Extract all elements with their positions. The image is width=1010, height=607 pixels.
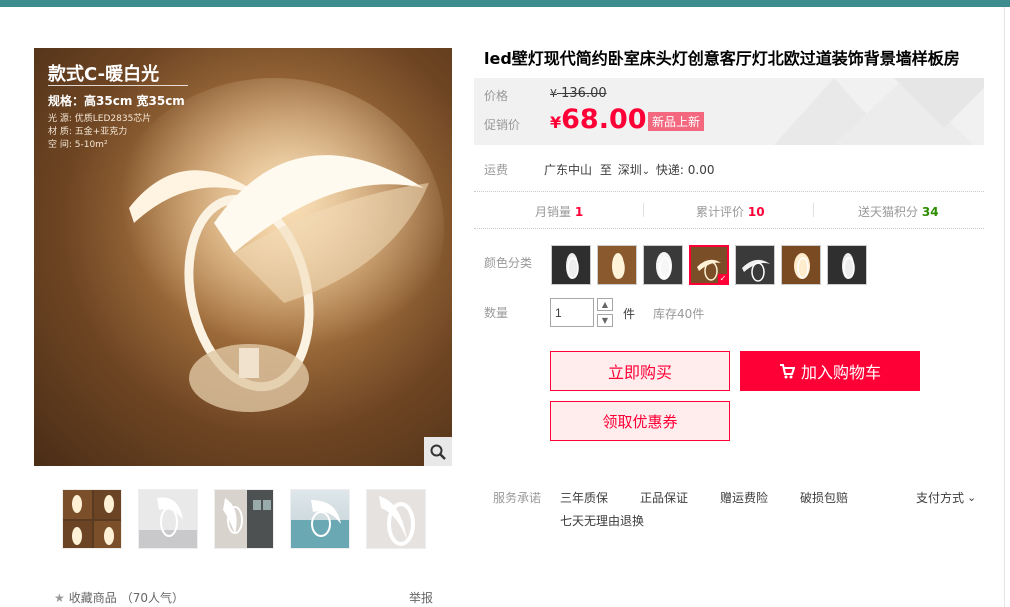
color-option-2[interactable] xyxy=(597,245,637,285)
divider xyxy=(643,203,644,217)
buy-now-button[interactable]: 立即购买 xyxy=(550,351,730,391)
quantity-input[interactable] xyxy=(550,298,594,327)
review-count-label: 累计评价 xyxy=(696,205,745,219)
thumbnail-1[interactable] xyxy=(62,489,122,549)
quantity-unit: 件 xyxy=(623,307,636,321)
service-label: 服务承诺 xyxy=(493,491,542,505)
color-swatch-image xyxy=(794,253,810,279)
color-option-7[interactable] xyxy=(827,245,867,285)
image-tag-title: 款式C-暖白光 xyxy=(48,64,160,85)
monthly-sales-label: 月销量 xyxy=(535,205,572,219)
quantity-increase-button[interactable]: ▲ xyxy=(597,298,613,311)
thumbnail-image xyxy=(291,500,349,548)
price-box: 价格 ¥ 136.00 促销价 ¥68.00 新品上新 xyxy=(474,78,984,145)
product-title: led壁灯现代简约卧室床头灯创意客厅灯北欧过道装饰背景墙样板房 xyxy=(484,49,960,68)
price-label: 价格 xyxy=(484,89,509,103)
service-item[interactable]: 三年质保 xyxy=(560,489,608,506)
stock-count: 库存40件 xyxy=(653,307,705,321)
promo-price: ¥68.00 xyxy=(550,104,647,135)
color-swatch-image xyxy=(842,253,855,279)
color-option-1[interactable] xyxy=(551,245,591,285)
payment-methods-label: 支付方式 xyxy=(916,491,965,505)
chevron-down-icon: ⌄ xyxy=(967,491,977,504)
divider xyxy=(1004,7,1005,607)
add-to-cart-label: 加入购物车 xyxy=(800,363,881,382)
star-icon: ★ xyxy=(54,590,65,605)
color-label: 颜色分类 xyxy=(484,256,533,270)
divider xyxy=(813,203,814,217)
ship-to-word: 至 xyxy=(599,163,612,177)
color-option-3[interactable] xyxy=(643,245,683,285)
ship-destination: 深圳 xyxy=(617,163,642,177)
image-tag-space: 空 间: 5-10m² xyxy=(48,140,108,150)
report-link[interactable]: 举报 xyxy=(409,589,433,606)
ship-origin: 广东中山 xyxy=(544,163,593,177)
color-swatch-image xyxy=(656,252,672,280)
zoom-button[interactable] xyxy=(424,437,452,466)
shipping-label: 运费 xyxy=(484,163,509,177)
thumbnail-image xyxy=(379,496,415,546)
service-item[interactable]: 七天无理由退换 xyxy=(560,512,644,529)
quantity-decrease-button[interactable]: ▼ xyxy=(597,314,613,327)
tmall-points: 送天猫积分 34 xyxy=(858,203,939,220)
thumbnail-image xyxy=(223,498,271,534)
thumbnail-4[interactable] xyxy=(290,489,350,549)
new-arrival-badge: 新品上新 xyxy=(648,112,705,131)
monthly-sales: 月销量 1 xyxy=(535,203,583,220)
color-swatch-image xyxy=(742,259,770,282)
color-swatch-image xyxy=(612,253,625,279)
tmall-points-label: 送天猫积分 xyxy=(858,205,919,219)
favorite-label: 收藏商品 xyxy=(68,591,117,605)
thumbnail-2[interactable] xyxy=(138,489,198,549)
promo-price-value: 68.00 xyxy=(561,104,647,135)
popularity-count: （70人气） xyxy=(120,591,185,605)
image-tag-spec: 规格：高35cm 宽35cm xyxy=(48,94,185,108)
cart-icon xyxy=(779,364,795,379)
thumbnail-image xyxy=(139,497,197,548)
thumbnail-5[interactable] xyxy=(366,489,426,549)
magnifier-icon xyxy=(430,444,446,460)
color-option-6[interactable] xyxy=(781,245,821,285)
check-icon: ✓ xyxy=(718,274,727,283)
thumbnail-3[interactable] xyxy=(214,489,274,549)
review-count-value: 10 xyxy=(747,205,765,219)
divider xyxy=(474,191,984,192)
currency-symbol: ¥ xyxy=(550,87,557,100)
quantity-label: 数量 xyxy=(484,306,509,320)
image-tag-light: 光 源: 优质LED2835芯片 xyxy=(48,114,152,124)
color-swatch-image xyxy=(566,253,579,279)
service-item[interactable]: 赠运费险 xyxy=(720,489,768,506)
get-coupon-button[interactable]: 领取优惠券 xyxy=(550,401,730,441)
monthly-sales-value: 1 xyxy=(574,205,584,219)
review-count[interactable]: 累计评价 10 xyxy=(696,203,765,220)
color-option-4[interactable]: ✓ xyxy=(689,245,729,285)
shipping-fee: 快递: 0.00 xyxy=(655,163,715,177)
ship-destination-select[interactable]: 深圳⌄ xyxy=(618,163,654,177)
promo-price-label: 促销价 xyxy=(484,118,521,132)
chevron-up-icon: ▲ xyxy=(601,300,609,309)
top-bar xyxy=(0,0,1010,7)
original-price: ¥ 136.00 xyxy=(550,86,607,101)
chevron-down-icon: ⌄ xyxy=(641,166,651,177)
original-price-value: 136.00 xyxy=(561,86,607,101)
shipping-info: 广东中山 至 深圳⌄ 快递: 0.00 xyxy=(544,161,715,178)
service-item[interactable]: 破损包赔 xyxy=(800,489,848,506)
divider xyxy=(474,228,984,229)
color-option-5[interactable] xyxy=(735,245,775,285)
payment-methods-toggle[interactable]: 支付方式 ⌄ xyxy=(916,489,976,506)
image-tag-divider xyxy=(48,85,188,86)
currency-symbol: ¥ xyxy=(550,113,562,132)
service-item[interactable]: 正品保证 xyxy=(640,489,688,506)
chevron-down-icon: ▼ xyxy=(601,316,609,325)
image-tag-material: 材 质: 五金+亚克力 xyxy=(48,127,128,137)
thumbnail-image xyxy=(63,490,121,548)
tmall-points-value: 34 xyxy=(921,205,939,219)
main-product-image[interactable]: 款式C-暖白光 规格：高35cm 宽35cm 光 源: 优质LED2835芯片 … xyxy=(34,48,452,466)
add-to-cart-button[interactable]: 加入购物车 xyxy=(740,351,920,391)
favorite-button[interactable]: ★ 收藏商品 （70人气） xyxy=(54,589,184,606)
